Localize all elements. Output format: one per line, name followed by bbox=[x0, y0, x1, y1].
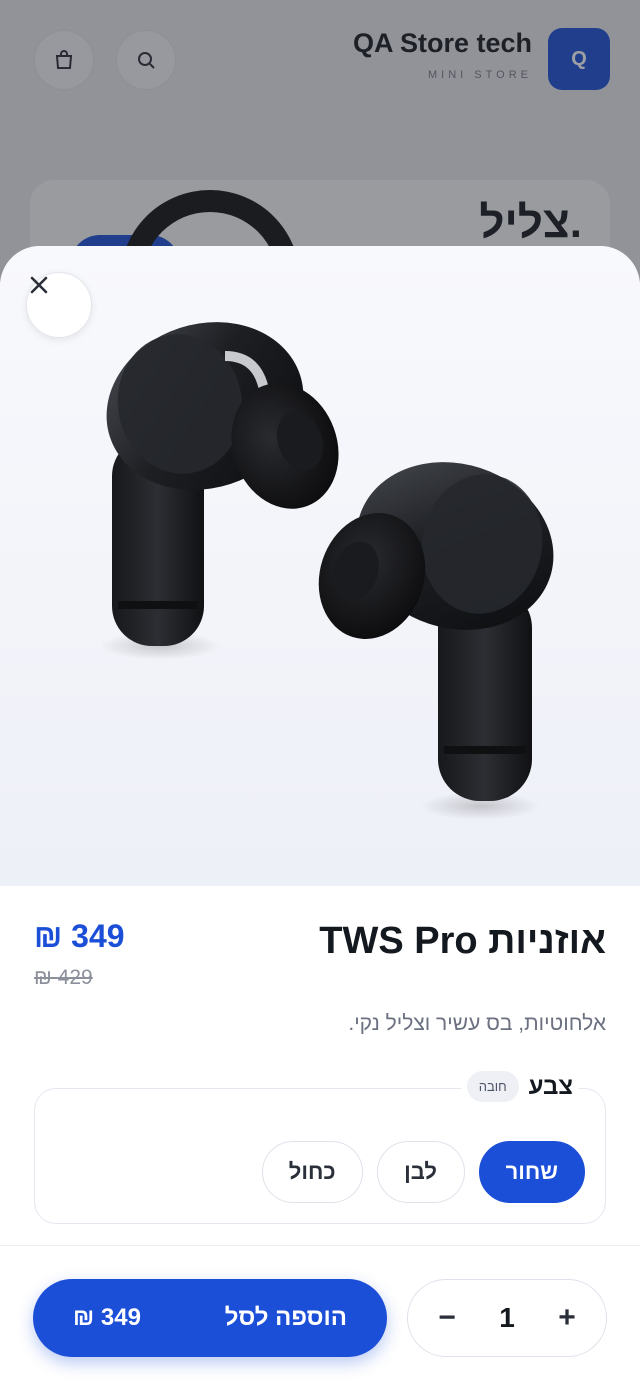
add-to-cart-button[interactable]: 349 ₪ הוספה לסל bbox=[33, 1279, 387, 1357]
product-price: 349 ₪ bbox=[34, 918, 125, 954]
option-label: צבע bbox=[528, 1072, 573, 1100]
option-legend: צבע חובה bbox=[460, 1071, 579, 1102]
color-choice-black[interactable]: שחור bbox=[478, 1141, 585, 1203]
quantity-value: 1 bbox=[499, 1302, 515, 1333]
product-sheet: אוזניות TWS Pro 349 ₪ 429 ₪ אלחוטיות, בס… bbox=[0, 246, 640, 1385]
decrement-button[interactable]: − bbox=[434, 1301, 460, 1335]
add-to-cart-label: הוספה לסל bbox=[224, 1304, 347, 1331]
product-old-price: 429 ₪ bbox=[34, 966, 93, 989]
close-icon bbox=[30, 276, 48, 294]
color-choices: שחור לבן כחול bbox=[261, 1141, 585, 1203]
color-choice-blue[interactable]: כחול bbox=[261, 1141, 363, 1203]
add-to-cart-price: 349 ₪ bbox=[73, 1304, 141, 1331]
close-button[interactable] bbox=[26, 272, 92, 338]
product-title: אוזניות TWS Pro bbox=[319, 920, 606, 962]
quantity-stepper: − 1 + bbox=[407, 1279, 607, 1357]
color-option-group: צבע חובה שחור לבן כחול bbox=[34, 1071, 606, 1224]
product-description: אלחוטיות, בס עשיר וצליל נקי. bbox=[348, 1012, 606, 1035]
required-badge: חובה bbox=[466, 1071, 519, 1102]
earbuds-illustration bbox=[100, 322, 554, 820]
product-details: אוזניות TWS Pro 349 ₪ 429 ₪ אלחוטיות, בס… bbox=[0, 886, 640, 1385]
purchase-bar: 349 ₪ הוספה לסל − 1 + bbox=[0, 1245, 640, 1385]
increment-button[interactable]: + bbox=[554, 1301, 580, 1335]
product-image bbox=[0, 246, 640, 886]
color-choice-white[interactable]: לבן bbox=[376, 1141, 465, 1203]
